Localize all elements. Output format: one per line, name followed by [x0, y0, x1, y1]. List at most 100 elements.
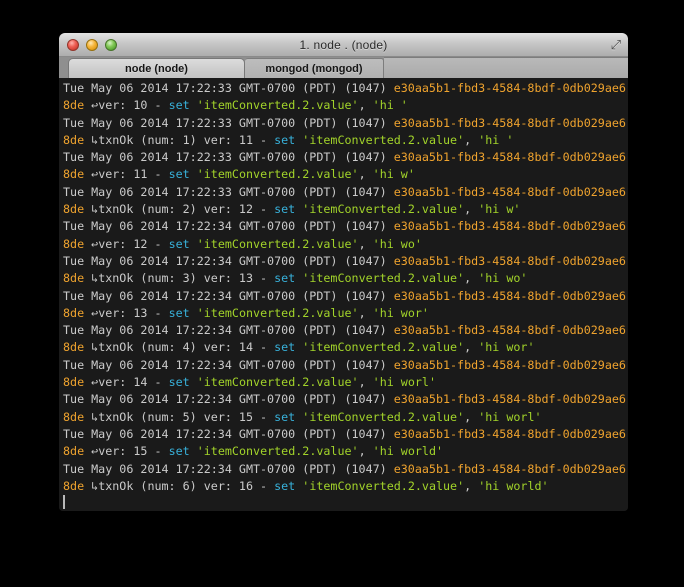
- log-segment-green: 'itemConverted.2.value': [197, 237, 359, 251]
- log-segment-orange: 8de: [63, 410, 91, 424]
- log-segment-gray: ↳txnOk (num: 6) ver: 16 -: [91, 479, 274, 493]
- log-segment-gray: Tue May 06 2014 17:22:34 GMT-0700 (PDT) …: [63, 219, 394, 233]
- log-segment-gray: Tue May 06 2014 17:22:34 GMT-0700 (PDT) …: [63, 323, 394, 337]
- log-segment-green: 'hi w': [373, 167, 415, 181]
- log-segment-gray: [190, 444, 197, 458]
- log-segment-gray: ,: [464, 133, 478, 147]
- log-segment-orange: 8de: [63, 271, 91, 285]
- log-segment-green: 'hi worl': [478, 410, 541, 424]
- log-segment-green: 'itemConverted.2.value': [197, 306, 359, 320]
- log-segment-gray: Tue May 06 2014 17:22:33 GMT-0700 (PDT) …: [63, 81, 394, 95]
- log-segment-gray: [190, 306, 197, 320]
- log-segment-gray: ,: [359, 375, 373, 389]
- log-segment-orange: 8de: [63, 167, 91, 181]
- log-segment-gray: Tue May 06 2014 17:22:33 GMT-0700 (PDT) …: [63, 185, 394, 199]
- log-segment-cyan: set: [169, 444, 190, 458]
- fullscreen-arrows-icon[interactable]: ⤢: [611, 36, 621, 53]
- log-segment-cyan: set: [274, 202, 295, 216]
- log-segment-green: 'hi wor': [478, 340, 534, 354]
- tab-mongod-label: mongod (mongod): [265, 63, 362, 75]
- terminal-line: Tue May 06 2014 17:22:33 GMT-0700 (PDT) …: [63, 184, 628, 201]
- log-segment-orange: 8de: [63, 340, 91, 354]
- log-segment-gray: [190, 98, 197, 112]
- terminal-output[interactable]: Tue May 06 2014 17:22:33 GMT-0700 (PDT) …: [59, 78, 628, 511]
- terminal-cursor-line: [63, 495, 628, 511]
- log-segment-orange: 8de: [63, 306, 91, 320]
- text-cursor: [63, 495, 65, 509]
- terminal-line: 8de ↳txnOk (num: 4) ver: 14 - set 'itemC…: [63, 339, 628, 356]
- log-segment-gray: ↳txnOk (num: 1) ver: 11 -: [91, 133, 274, 147]
- terminal-line: Tue May 06 2014 17:22:34 GMT-0700 (PDT) …: [63, 288, 628, 305]
- log-segment-gray: Tue May 06 2014 17:22:34 GMT-0700 (PDT) …: [63, 392, 394, 406]
- log-segment-orange: 8de: [63, 98, 91, 112]
- log-segment-orange: 8de: [63, 444, 91, 458]
- log-segment-cyan: set: [274, 271, 295, 285]
- log-segment-gray: ↩ver: 10 -: [91, 98, 168, 112]
- log-segment-gray: ,: [359, 98, 373, 112]
- terminal-line: Tue May 06 2014 17:22:34 GMT-0700 (PDT) …: [63, 322, 628, 339]
- terminal-line: 8de ↳txnOk (num: 5) ver: 15 - set 'itemC…: [63, 409, 628, 426]
- terminal-line: 8de ↩ver: 13 - set 'itemConverted.2.valu…: [63, 305, 628, 322]
- terminal-line: 8de ↩ver: 10 - set 'itemConverted.2.valu…: [63, 97, 628, 114]
- log-segment-gray: [190, 237, 197, 251]
- log-segment-cyan: set: [169, 306, 190, 320]
- log-segment-orange: e30aa5b1-fbd3-4584-8bdf-0db029ae6: [394, 116, 626, 130]
- log-segment-gray: Tue May 06 2014 17:22:34 GMT-0700 (PDT) …: [63, 254, 394, 268]
- log-segment-orange: e30aa5b1-fbd3-4584-8bdf-0db029ae6: [394, 254, 626, 268]
- log-segment-green: 'hi ': [373, 98, 408, 112]
- log-segment-orange: e30aa5b1-fbd3-4584-8bdf-0db029ae6: [394, 462, 626, 476]
- traffic-lights: [67, 33, 117, 56]
- log-segment-green: 'itemConverted.2.value': [302, 271, 464, 285]
- log-segment-green: 'itemConverted.2.value': [302, 133, 464, 147]
- log-segment-gray: [190, 167, 197, 181]
- log-segment-gray: ↳txnOk (num: 2) ver: 12 -: [91, 202, 274, 216]
- log-segment-green: 'hi ': [478, 133, 513, 147]
- log-segment-green: 'itemConverted.2.value': [197, 444, 359, 458]
- terminal-line: 8de ↩ver: 14 - set 'itemConverted.2.valu…: [63, 374, 628, 391]
- log-segment-gray: ,: [464, 479, 478, 493]
- log-segment-gray: ,: [359, 444, 373, 458]
- log-segment-green: 'itemConverted.2.value': [302, 202, 464, 216]
- log-segment-orange: 8de: [63, 133, 91, 147]
- log-segment-gray: Tue May 06 2014 17:22:33 GMT-0700 (PDT) …: [63, 150, 394, 164]
- log-segment-gray: ,: [359, 306, 373, 320]
- log-segment-green: 'hi world': [478, 479, 548, 493]
- log-segment-green: 'hi world': [373, 444, 443, 458]
- window-titlebar[interactable]: 1. node . (node) ⤢: [59, 33, 628, 57]
- tab-mongod[interactable]: mongod (mongod): [245, 58, 384, 79]
- terminal-line: Tue May 06 2014 17:22:34 GMT-0700 (PDT) …: [63, 357, 628, 374]
- window-title: 1. node . (node): [300, 38, 388, 52]
- log-segment-orange: e30aa5b1-fbd3-4584-8bdf-0db029ae6: [394, 81, 626, 95]
- log-segment-gray: ↳txnOk (num: 4) ver: 14 -: [91, 340, 274, 354]
- terminal-line: Tue May 06 2014 17:22:33 GMT-0700 (PDT) …: [63, 80, 628, 97]
- terminal-line: Tue May 06 2014 17:22:33 GMT-0700 (PDT) …: [63, 149, 628, 166]
- tab-bar: node (node) mongod (mongod): [59, 57, 628, 79]
- zoom-button[interactable]: [105, 39, 117, 51]
- tab-node-label: node (node): [125, 63, 188, 75]
- log-segment-green: 'hi worl': [373, 375, 436, 389]
- terminal-line: 8de ↩ver: 11 - set 'itemConverted.2.valu…: [63, 166, 628, 183]
- tab-node[interactable]: node (node): [68, 58, 245, 79]
- log-segment-green: 'itemConverted.2.value': [197, 98, 359, 112]
- log-segment-gray: ,: [464, 202, 478, 216]
- terminal-line: 8de ↳txnOk (num: 3) ver: 13 - set 'itemC…: [63, 270, 628, 287]
- log-segment-orange: e30aa5b1-fbd3-4584-8bdf-0db029ae6: [394, 219, 626, 233]
- log-segment-gray: ↩ver: 14 -: [91, 375, 168, 389]
- minimize-button[interactable]: [86, 39, 98, 51]
- terminal-line: Tue May 06 2014 17:22:33 GMT-0700 (PDT) …: [63, 115, 628, 132]
- terminal-line: 8de ↳txnOk (num: 2) ver: 12 - set 'itemC…: [63, 201, 628, 218]
- log-segment-orange: e30aa5b1-fbd3-4584-8bdf-0db029ae6: [394, 358, 626, 372]
- log-segment-green: 'hi wor': [373, 306, 429, 320]
- log-segment-gray: ,: [464, 340, 478, 354]
- log-segment-green: 'itemConverted.2.value': [302, 340, 464, 354]
- log-segment-cyan: set: [274, 410, 295, 424]
- log-segment-orange: e30aa5b1-fbd3-4584-8bdf-0db029ae6: [394, 427, 626, 441]
- log-segment-orange: e30aa5b1-fbd3-4584-8bdf-0db029ae6: [394, 185, 626, 199]
- log-segment-orange: e30aa5b1-fbd3-4584-8bdf-0db029ae6: [394, 150, 626, 164]
- log-segment-green: 'itemConverted.2.value': [302, 410, 464, 424]
- log-segment-orange: e30aa5b1-fbd3-4584-8bdf-0db029ae6: [394, 323, 626, 337]
- log-segment-gray: Tue May 06 2014 17:22:34 GMT-0700 (PDT) …: [63, 358, 394, 372]
- log-segment-cyan: set: [274, 479, 295, 493]
- close-button[interactable]: [67, 39, 79, 51]
- log-segment-gray: ,: [464, 271, 478, 285]
